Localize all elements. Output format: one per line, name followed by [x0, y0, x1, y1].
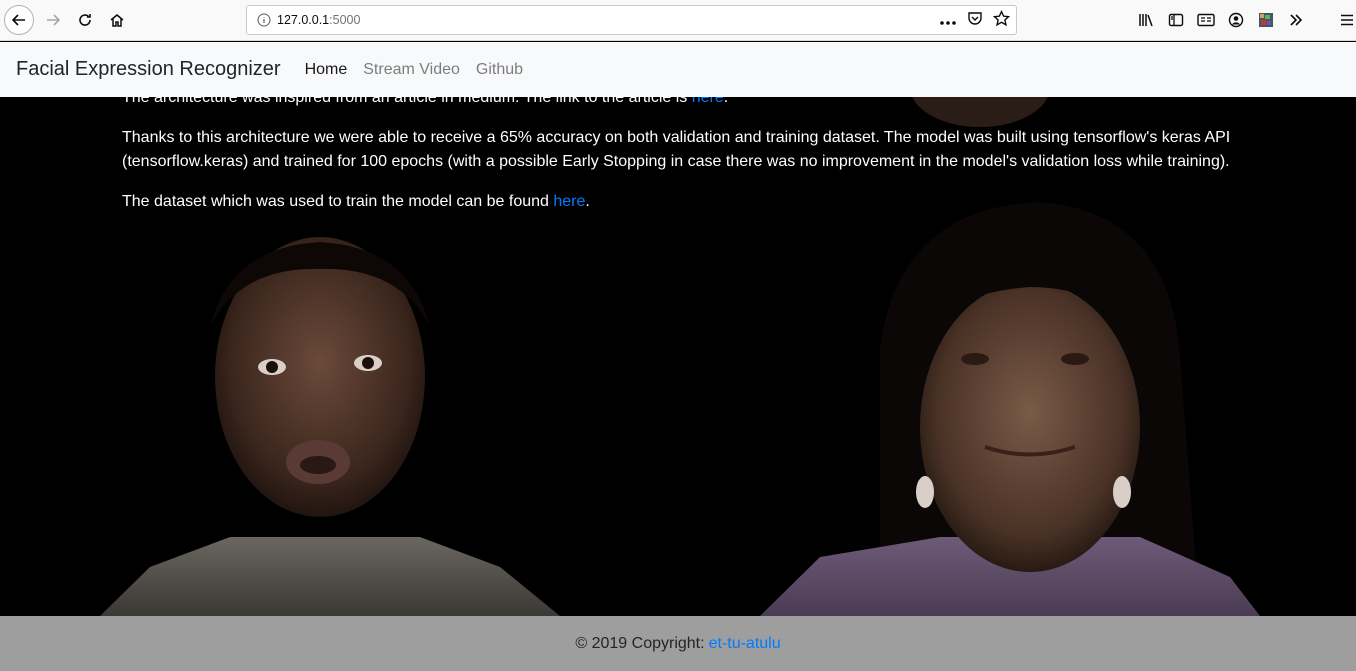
url-port: :5000 [329, 13, 361, 27]
paragraph-dataset-text: The dataset which was used to train the … [122, 193, 554, 210]
article-link[interactable]: here [692, 97, 724, 106]
footer: © 2019 Copyright: et-tu-atulu [0, 616, 1356, 671]
url-text[interactable]: 127.0.0.1:5000 [277, 13, 360, 27]
paragraph-architecture-end: . [723, 97, 729, 106]
reader-view-icon[interactable] [1191, 5, 1221, 35]
back-icon[interactable] [4, 5, 34, 35]
footer-copyright: © 2019 Copyright: [575, 634, 705, 652]
bookmark-star-icon[interactable] [992, 9, 1011, 31]
main-content: The architecture was inspired from an ar… [0, 97, 1356, 616]
url-host: 127.0.0.1 [277, 13, 330, 27]
extension-icon[interactable] [1251, 5, 1281, 35]
paragraph-dataset: The dataset which was used to train the … [122, 190, 590, 214]
nav-link-stream-video[interactable]: Stream Video [363, 61, 460, 79]
nav-link-home[interactable]: Home [305, 61, 348, 79]
menu-icon[interactable] [1332, 5, 1356, 35]
site-navbar: Facial Expression Recognizer Home Stream… [0, 42, 1356, 97]
background-image [0, 97, 1356, 616]
overflow-icon[interactable] [1281, 5, 1311, 35]
navbar-brand[interactable]: Facial Expression Recognizer [16, 58, 281, 81]
page-actions-icon[interactable] [939, 11, 957, 30]
browser-toolbar: 127.0.0.1:5000 [0, 0, 1356, 41]
url-bar[interactable]: 127.0.0.1:5000 [246, 5, 1017, 35]
account-icon[interactable] [1221, 5, 1251, 35]
paragraph-architecture-text: The architecture was inspired from an ar… [122, 97, 692, 106]
paragraph-accuracy: Thanks to this architecture we were able… [122, 129, 1231, 170]
info-icon[interactable] [251, 13, 277, 27]
paragraph-architecture: The architecture was inspired from an ar… [122, 97, 728, 110]
footer-author-link[interactable]: et-tu-atulu [709, 635, 781, 653]
library-icon[interactable] [1131, 5, 1161, 35]
home-icon[interactable] [102, 5, 132, 35]
reload-icon[interactable] [70, 5, 100, 35]
dataset-link[interactable]: here [553, 193, 585, 210]
paragraph-dataset-end: . [585, 193, 590, 210]
sidebar-icon[interactable] [1161, 5, 1191, 35]
pocket-icon[interactable] [967, 10, 983, 30]
forward-icon[interactable] [38, 5, 68, 35]
nav-link-github[interactable]: Github [476, 61, 523, 79]
